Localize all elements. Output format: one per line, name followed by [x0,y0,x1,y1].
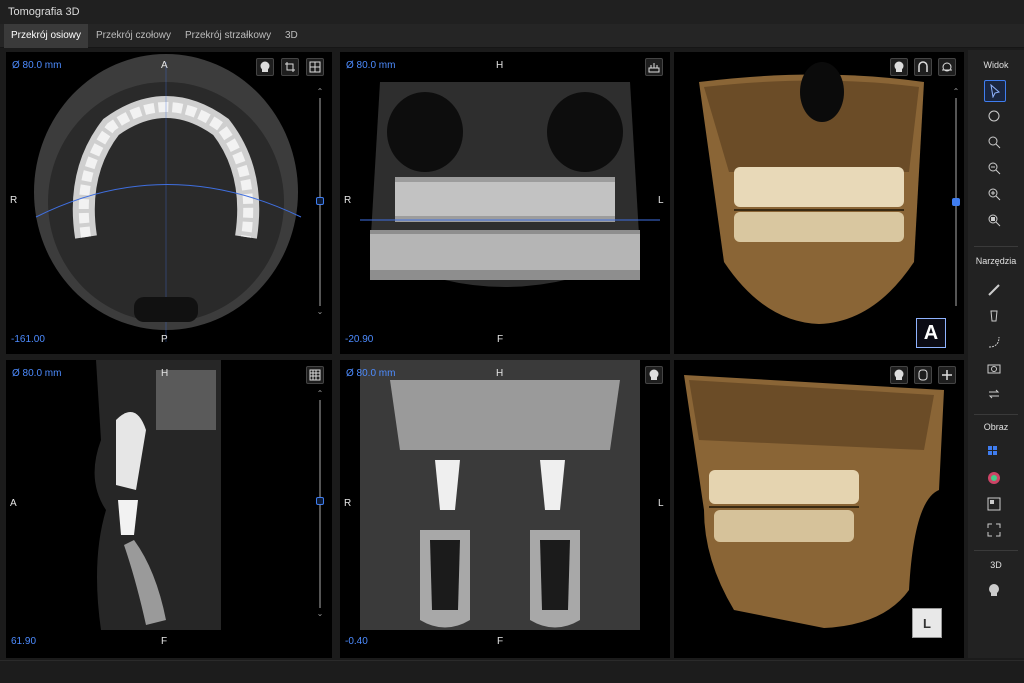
orientation-left: A [10,498,17,509]
tab-3d[interactable]: 3D [278,24,305,48]
skull-icon[interactable] [256,58,274,76]
section-title-3d: 3D [990,560,1002,570]
divider [974,414,1018,415]
skull-icon[interactable] [890,58,908,76]
zoom-fit-icon[interactable] [984,210,1006,232]
render-side-view[interactable]: L [674,360,964,658]
slider-thumb[interactable] [316,197,324,205]
axial-ct-image [34,54,302,342]
orientation-right: L [658,195,664,206]
orientation-bottom: F [497,334,504,345]
slider-down-icon[interactable]: ⌄ [315,610,325,618]
slider-down-icon[interactable]: ⌄ [315,308,325,316]
slider-up-icon[interactable]: ⌃ [315,88,325,96]
curve-icon[interactable] [984,332,1006,354]
camera-icon[interactable] [984,358,1006,380]
zoom-out-icon[interactable] [984,158,1006,180]
expand-icon[interactable] [984,520,1006,542]
skull-3d-icon[interactable] [984,580,1006,602]
color-wheel-icon[interactable] [984,468,1006,490]
status-bar [0,660,1024,683]
crop-icon[interactable] [281,58,299,76]
window-title: Tomografia 3D [8,6,80,18]
slider-up-icon[interactable]: ⌃ [315,390,325,398]
orientation-badge[interactable]: A [916,318,946,348]
tab-coronal[interactable]: Przekrój czołowy [89,24,178,48]
sagittal-ct-image [94,360,221,630]
orientation-top: A [161,60,168,71]
section-title-image: Obraz [983,422,1009,432]
head-outline-icon[interactable] [914,58,932,76]
axial-view[interactable]: Ø 80.0 mm A R P -161.00 ⌃ ⌄ [6,52,332,354]
orientation-top: H [161,368,169,379]
render-slider[interactable]: ⌃ [951,88,961,316]
zoom-in-icon[interactable] [984,184,1006,206]
coronal-view[interactable]: Ø 80.0 mm H R L F -20.90 [340,52,670,354]
tab-bar: Przekrój osiowy Przekrój czołowy Przekró… [0,24,1024,48]
clip-icon[interactable] [938,366,956,384]
slice-position: -161.00 [11,334,45,345]
tab-axial[interactable]: Przekrój osiowy [4,24,89,48]
render-front-view[interactable]: ⌃ A [674,52,964,354]
implant-icon[interactable] [984,306,1006,328]
orientation-right: L [658,498,664,509]
orientation-left: R [344,498,352,509]
orientation-top: H [496,368,504,379]
coronal-posterior-view[interactable]: Ø 80.0 mm H R L F -0.40 [340,360,670,658]
orientation-left: R [10,195,18,206]
head-front-icon[interactable] [914,366,932,384]
head-rotate-icon[interactable] [938,58,956,76]
section-title-view: Widok [983,60,1009,70]
ruler-icon[interactable] [984,280,1006,302]
slice-position: -0.40 [345,636,368,647]
diameter-label: Ø 80.0 mm [346,60,396,71]
pointer-icon[interactable] [984,80,1006,102]
orientation-left: R [344,195,352,206]
skull-icon[interactable] [890,366,908,384]
diameter-label: Ø 80.0 mm [12,60,62,71]
section-title-tools: Narzędzia [975,256,1017,266]
coronal-ct-image [360,82,660,287]
ruler-icon[interactable] [645,58,663,76]
slider-thumb[interactable] [316,497,324,505]
slice-position: 61.90 [11,636,37,647]
rotate-icon[interactable] [984,106,1006,128]
orientation-top: H [496,60,504,71]
skull-icon[interactable] [645,366,663,384]
title-bar: Tomografia 3D [0,0,1024,24]
coronal-posterior-ct-image [360,360,640,630]
filter-icon[interactable] [984,494,1006,516]
slider-thumb[interactable] [952,198,960,206]
diameter-label: Ø 80.0 mm [346,368,396,379]
tab-sagittal[interactable]: Przekrój strzałkowy [178,24,278,48]
orientation-bottom: F [161,636,168,647]
sagittal-view[interactable]: Ø 80.0 mm H A F 61.90 ⌃ ⌄ [6,360,332,658]
divider [974,550,1018,551]
orientation-bottom: P [161,334,168,345]
slider-up-icon[interactable]: ⌃ [951,88,961,96]
slice-slider[interactable]: ⌃ ⌄ [315,390,325,618]
crosshair-icon[interactable] [306,58,324,76]
divider [974,246,1018,247]
grid-icon[interactable] [306,366,324,384]
tool-sidebar: Widok Narzędzia Obraz 3D [968,50,1024,658]
arrows-icon[interactable] [984,384,1006,406]
orientation-cube[interactable]: L [912,608,942,638]
slice-slider[interactable]: ⌃ ⌄ [315,88,325,316]
diameter-label: Ø 80.0 mm [12,368,62,379]
orientation-bottom: F [497,636,504,647]
slice-position: -20.90 [345,334,374,345]
layout-grid-icon[interactable] [984,442,1006,464]
skull-front-render [699,62,924,324]
zoom-search-icon[interactable] [984,132,1006,154]
